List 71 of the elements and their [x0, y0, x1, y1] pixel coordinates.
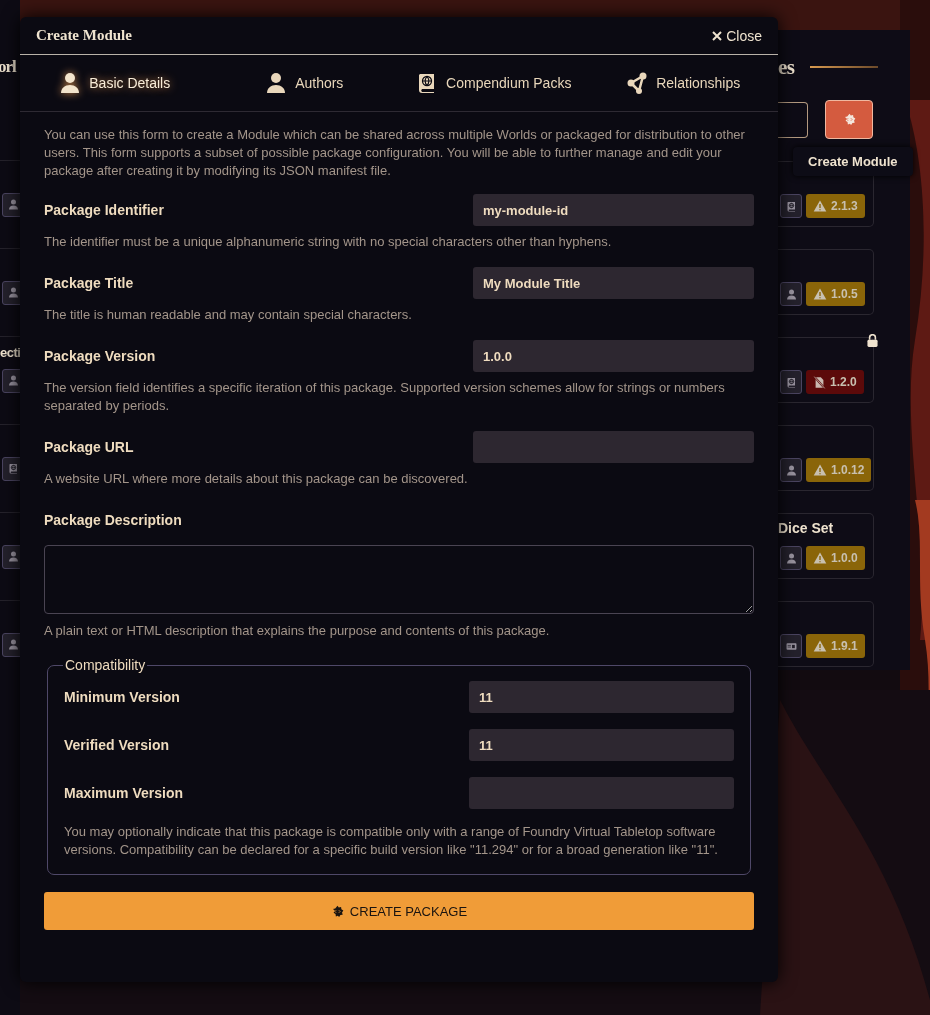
tag-button[interactable] [780, 458, 802, 482]
field-label: Package URL [44, 439, 134, 455]
tab[interactable]: Compendium Packs [399, 55, 589, 111]
version-badge: 1.0.5 [806, 282, 865, 306]
field-label: Maximum Version [64, 785, 184, 801]
module-title: Dice Set [778, 520, 834, 536]
field-hint: The title is human readable and may contain special characters. [44, 306, 413, 324]
version-badge: 1.0.12 [806, 458, 872, 482]
lock-icon [866, 334, 879, 347]
input-field[interactable]: 1.0.0 [473, 340, 754, 372]
tooltip: Create Module [793, 147, 913, 176]
tab[interactable]: Authors [209, 55, 399, 111]
warning-icon [813, 287, 827, 301]
input-field[interactable]: 11 [469, 729, 734, 761]
book-icon [785, 200, 797, 212]
tab[interactable]: Basic Details [20, 55, 210, 111]
field-hint: The identifier must be a unique alphanumeric string with no special characters other than hyphens. [44, 233, 613, 251]
close-icon [712, 30, 723, 41]
version-badge: 1.0.0 [806, 546, 865, 570]
person-icon [7, 287, 19, 298]
person-icon [7, 199, 19, 210]
warning-icon [813, 639, 827, 653]
person-icon [785, 552, 797, 564]
tag-button[interactable] [780, 194, 802, 218]
module-title: ecti [0, 345, 20, 360]
id-card-icon [785, 640, 797, 652]
description-field[interactable] [44, 545, 754, 614]
input-field[interactable] [473, 431, 754, 463]
network-icon [626, 72, 649, 94]
version-badge: 1.9.1 [806, 634, 865, 658]
field-hint: The version field identifies a specific iteration of this package. Supported version schemes allow for strings or numbers separated by periods. [44, 379, 726, 415]
warning-icon [813, 463, 827, 477]
group-note: You may optionally indicate that this package is compatible only with a range of Foundry Virtual Tabletop software versions. Compatibility can be declared for a specific build version like "11.294" or for a broad generation like "11". [64, 823, 719, 859]
person-icon [7, 375, 19, 386]
person-icon [7, 551, 19, 562]
version-badge: 1.2.0 [806, 370, 864, 394]
field-label: Verified Version [64, 737, 170, 753]
field-label: Package Identifier [44, 202, 164, 218]
tag-button[interactable] [780, 370, 802, 394]
input-field[interactable]: 11 [469, 681, 734, 713]
book-icon [7, 463, 19, 474]
field-hint: A plain text or HTML description that explains the purpose and contents of this package. [44, 622, 551, 640]
tag-button[interactable] [780, 282, 802, 306]
field-hint: A website URL where more details about this package can be discovered. [44, 470, 469, 488]
field-label: Package Description [44, 512, 182, 528]
book-icon [785, 376, 797, 388]
create-module-button[interactable] [825, 100, 873, 139]
person-icon [265, 72, 288, 94]
intro-text: You can use this form to create a Module which can be shared across multiple Worlds or packaged for distribution to other users. This form supports a subset of possible package configuration. You will be able to further manage and edit your package after creating it by modifying its JSON manifest file. [44, 126, 746, 180]
version-badge: 2.1.3 [806, 194, 865, 218]
field-label: Package Version [44, 348, 156, 364]
group-legend: Compatibility [63, 657, 148, 673]
person-icon [785, 464, 797, 476]
window-title: Create Module [36, 27, 132, 44]
no-file-icon [813, 375, 826, 389]
close-button[interactable]: Close [712, 27, 762, 44]
section-heading: es [778, 54, 795, 80]
field-label: Minimum Version [64, 689, 180, 705]
warning-icon [813, 551, 827, 565]
person-icon [59, 72, 82, 94]
field-label: Package Title [44, 275, 134, 291]
person-icon [7, 639, 19, 650]
input-field[interactable] [469, 777, 734, 809]
warning-icon [813, 199, 827, 213]
tag-button[interactable] [780, 546, 802, 570]
create-package-button[interactable]: CREATE PACKAGE [44, 892, 754, 930]
person-icon [785, 288, 797, 300]
input-field[interactable]: my-module-id [473, 194, 754, 226]
tag-button[interactable] [780, 634, 802, 658]
input-field[interactable]: My Module Title [473, 267, 754, 299]
tab[interactable]: Relationships [588, 55, 778, 111]
